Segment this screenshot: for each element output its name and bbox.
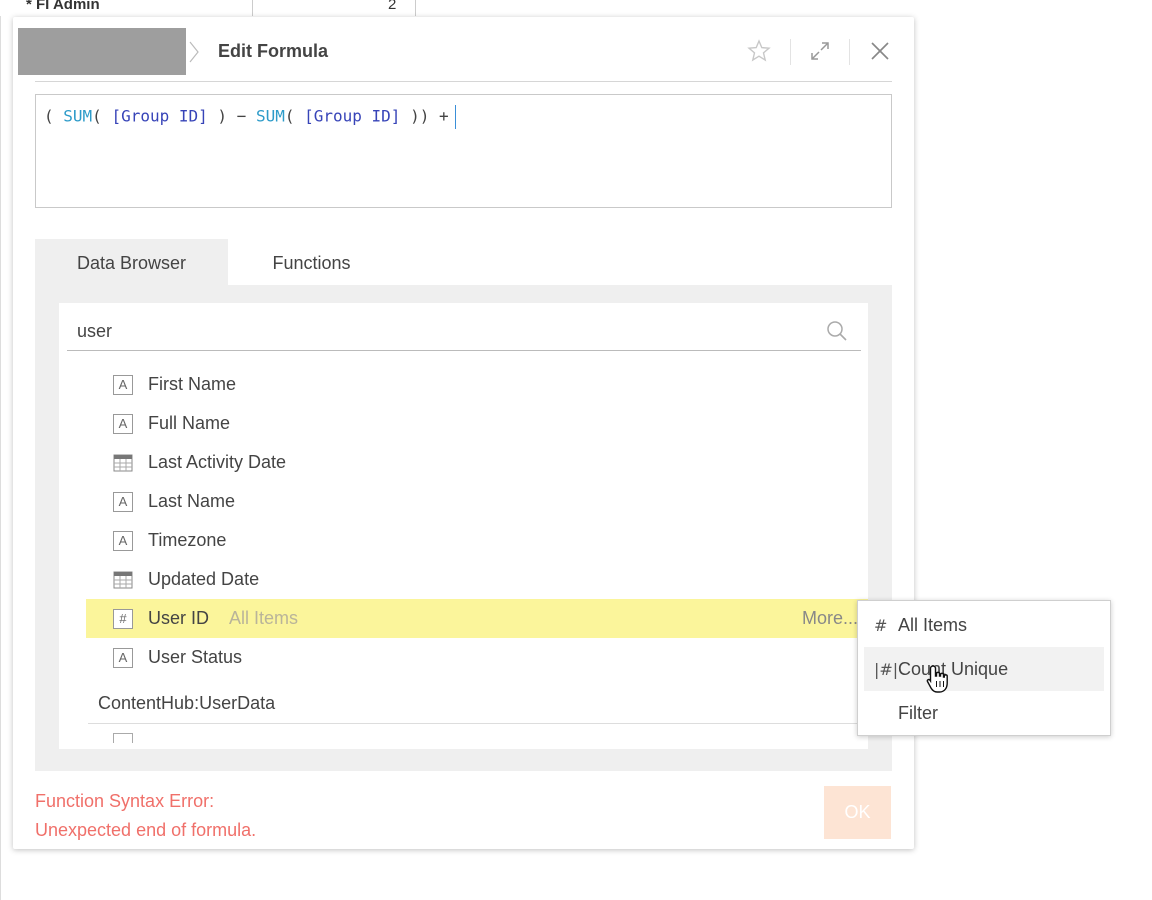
field-label: First Name — [148, 374, 237, 394]
formula-function-token: SUM — [63, 106, 93, 126]
text-type-icon: A — [113, 491, 133, 512]
menu-item-count-unique[interactable]: |#| Count Unique — [864, 647, 1104, 691]
hash-icon: # — [874, 615, 888, 635]
field-label: Last Activity Date — [148, 452, 287, 472]
calendar-icon — [113, 453, 133, 473]
field-label: User Status — [148, 647, 243, 667]
field-label: Updated Date — [148, 569, 260, 589]
text-type-icon — [113, 733, 133, 743]
background-border — [0, 16, 1, 900]
text-type-icon: A — [113, 413, 133, 434]
tab-functions[interactable]: Functions — [228, 239, 395, 287]
field-aggregation-label: All Items — [229, 608, 299, 628]
calendar-icon — [113, 570, 133, 590]
formula-field-token: [Group ID] — [304, 106, 401, 126]
menu-item-all-items[interactable]: # All Items — [864, 603, 1104, 647]
formula-editor[interactable]: ( SUM( [Group ID] ) − SUM( [Group ID] ))… — [35, 94, 892, 208]
field-item-updated-date[interactable]: Updated Date — [59, 560, 868, 599]
formula-text: ( SUM( [Group ID] ) − SUM( [Group ID] ))… — [44, 107, 449, 126]
number-type-icon: # — [113, 608, 133, 629]
field-aggregation-menu: # All Items |#| Count Unique Filter — [857, 600, 1111, 736]
chevron-right-icon — [189, 41, 199, 63]
background-row-value: 2 — [388, 0, 397, 13]
search-icon[interactable] — [825, 319, 849, 343]
star-icon[interactable] — [747, 39, 771, 63]
breadcrumb-parent-redacted[interactable] — [18, 28, 186, 75]
formula-function-token: SUM — [255, 106, 285, 126]
error-detail: Unexpected end of formula. — [35, 820, 257, 840]
field-label: Timezone — [148, 530, 227, 550]
menu-item-filter[interactable]: Filter — [864, 691, 1104, 735]
field-item-last-activity-date[interactable]: Last Activity Date — [59, 443, 868, 482]
header-separator — [849, 39, 850, 65]
field-label: Full Name — [148, 413, 231, 433]
field-item-full-name[interactable]: A Full Name — [59, 404, 868, 443]
text-type-icon: A — [113, 530, 133, 551]
formula-field-token: [Group ID] — [111, 106, 208, 126]
background-table-row: * FI Admin 2 — [0, 0, 420, 16]
field-item-first-name[interactable]: A First Name — [59, 365, 868, 404]
text-type-icon: A — [113, 374, 133, 395]
expand-icon[interactable] — [808, 39, 832, 63]
formula-operator-token: ( — [92, 106, 112, 126]
background-cell-divider — [252, 0, 253, 16]
search-bar — [67, 311, 861, 351]
header-divider — [35, 81, 892, 82]
formula-operator-token: )) + — [400, 106, 449, 126]
formula-operator-token: ( — [44, 106, 64, 126]
edit-formula-dialog: Edit Formula ( SUM( [Group ID] ) − SUM( … — [13, 17, 914, 849]
background-row-label: * FI Admin — [26, 0, 100, 13]
menu-item-label: Count Unique — [898, 658, 1009, 679]
field-label: User ID — [148, 608, 210, 628]
formula-operator-token: ( — [284, 106, 305, 126]
menu-item-label: All Items — [898, 614, 968, 635]
group-label[interactable]: ContentHub:UserData — [98, 693, 275, 714]
error-message: Function Syntax Error: Unexpected end of… — [35, 787, 256, 845]
more-options-link[interactable]: More... — [802, 608, 858, 629]
field-label: Last Name — [148, 491, 236, 511]
dialog-title: Edit Formula — [218, 41, 329, 61]
header-separator — [790, 39, 791, 65]
text-caret — [454, 105, 456, 129]
formula-operator-token: ) − — [207, 106, 256, 126]
background-cell-divider — [415, 0, 416, 16]
close-icon[interactable] — [868, 39, 892, 63]
field-item-last-name[interactable]: A Last Name — [59, 482, 868, 521]
ok-button[interactable]: OK — [824, 786, 891, 839]
error-title: Function Syntax Error: — [35, 791, 215, 811]
search-input[interactable] — [77, 317, 817, 345]
field-item-user-status[interactable]: A User Status — [59, 638, 868, 677]
field-item-user-id[interactable]: # User ID All Items More... — [86, 599, 868, 638]
field-item-timezone[interactable]: A Timezone — [59, 521, 868, 560]
menu-item-label: Filter — [898, 702, 938, 723]
text-type-icon: A — [113, 647, 133, 668]
unique-count-icon: |#| — [874, 659, 899, 679]
tab-data-browser[interactable]: Data Browser — [35, 239, 228, 287]
data-browser-content: A First Name A Full Name Last Activity Date A… — [59, 303, 868, 749]
data-browser-panel: A First Name A Full Name Last Activity Date A… — [35, 285, 892, 771]
field-list: A First Name A Full Name Last Activity Date A… — [59, 365, 868, 677]
group-divider — [88, 723, 866, 724]
